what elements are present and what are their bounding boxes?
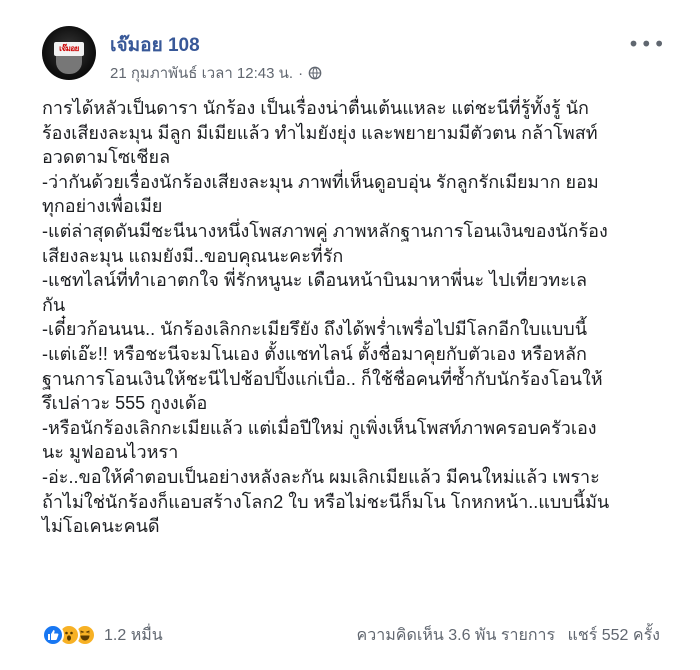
post-line: ถ้าไม่ใช่นักร้องก็แอบสร้างโลก2 ใบ หรือไม… <box>42 491 610 512</box>
globe-icon <box>308 66 322 80</box>
comments-count[interactable]: ความคิดเห็น 3.6 พัน รายการ <box>357 627 556 644</box>
post-text: การได้หลัวเป็นดารา นักร้อง เป็นเรื่องน่า… <box>42 96 672 539</box>
meta-separator: · <box>298 64 304 82</box>
post-timestamp[interactable]: 21 กุมภาพันธ์ เวลา 12:43 น. <box>110 61 293 85</box>
post-line: -ว่ากันด้วยเรื่องนักร้องเสียงละมุน ภาพที… <box>42 171 599 192</box>
post-line: -แชทไลน์ที่ทำเอาตกใจ พี่รักหนูนะ เดือนหน… <box>42 270 588 291</box>
post-line: -หรือนักร้องเลิกกะเมียแล้ว แต่เมื่อปีใหม… <box>42 417 597 438</box>
avatar[interactable]: เจ๊มอย <box>42 26 96 80</box>
post-line: ไม่โอเคนะคนดี <box>42 516 160 537</box>
post-line: ทุกอย่างเพื่อเมีย <box>42 196 163 217</box>
post-line: -แต่เอ๊ะ!! หรือชะนีจะมโนเอง ตั้งแชทไลน์ … <box>42 343 587 364</box>
post-line: นะ มูฟออนไวหรา <box>42 442 179 463</box>
post-line: เสียงละมุน แถมยังมี..ขอบคุณนะคะที่รัก <box>42 245 344 266</box>
post-line: -อ่ะ..ขอให้คำตอบเป็นอย่างหลังละกัน ผมเลิ… <box>42 466 600 487</box>
facebook-post: เจ๊มอย เจ๊มอย 108 21 กุมภาพันธ์ เวลา 12:… <box>0 0 700 670</box>
shares-count[interactable]: แชร์ 552 ครั้ง <box>568 627 660 644</box>
post-line: -แต่ล่าสุดดันมีชะนีนางหนึ่งโพสภาพคู่ ภาพ… <box>42 220 608 241</box>
post-line: รึเปล่าวะ 555 กูงงเด้อ <box>42 393 208 414</box>
post-line: -เดี๋ยวก้อนนน.. นักร้องเลิกกะเมียรึยัง ถ… <box>42 319 587 340</box>
author-name[interactable]: เจ๊มอย 108 <box>110 30 200 60</box>
avatar-badge: เจ๊มอย <box>54 42 84 56</box>
post-meta: 21 กุมภาพันธ์ เวลา 12:43 น. · <box>110 61 322 85</box>
post-line: ฐานการโอนเงินให้ชะนีไปช้อปปิ้งแก่เบื่อ..… <box>42 368 603 389</box>
reaction-count: 1.2 หมื่น <box>104 626 163 644</box>
post-line: การได้หลัวเป็นดารา นักร้อง เป็นเรื่องน่า… <box>42 98 589 118</box>
post-footer: 1.2 หมื่น ความคิดเห็น 3.6 พัน รายการ แชร… <box>42 620 660 650</box>
post-header: เจ๊มอย เจ๊มอย 108 21 กุมภาพันธ์ เวลา 12:… <box>42 26 676 86</box>
post-line: อวดตามโซเชียล <box>42 147 171 168</box>
like-icon <box>42 624 64 646</box>
avatar-figure <box>56 56 82 74</box>
post-stats: ความคิดเห็น 3.6 พัน รายการ แชร์ 552 ครั้… <box>349 623 660 648</box>
post-line: กัน <box>42 294 66 315</box>
more-options-icon[interactable]: ••• <box>628 32 666 56</box>
post-line: ร้องเสียงละมุน มีลูก มีเมียแล้ว ทำไมยังย… <box>42 122 598 143</box>
reactions-summary[interactable]: 1.2 หมื่น <box>42 623 163 648</box>
